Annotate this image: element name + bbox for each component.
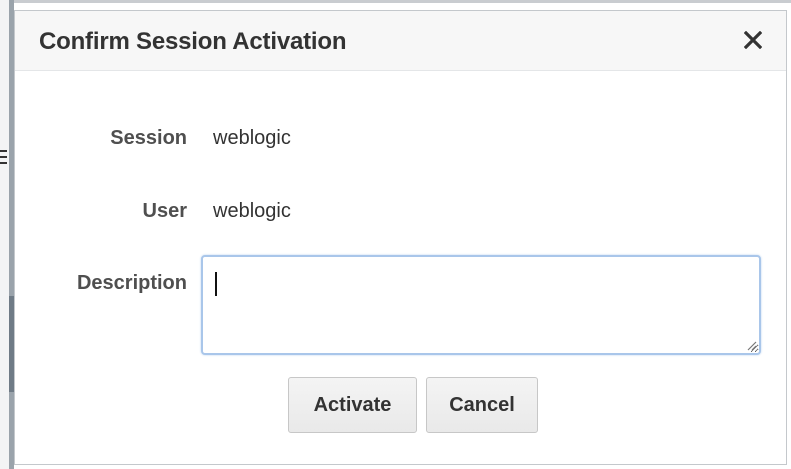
background-top-edge [14, 0, 791, 3]
cancel-button[interactable]: Cancel [426, 377, 538, 433]
text-cursor [215, 272, 217, 296]
background-menu-icon [0, 150, 8, 168]
resize-handle-icon[interactable] [745, 339, 757, 351]
screen: Confirm Session Activation Session weblo… [0, 0, 791, 469]
confirm-session-activation-dialog: Confirm Session Activation Session weblo… [14, 10, 787, 465]
session-label: Session [110, 127, 187, 149]
dialog-header: Confirm Session Activation [15, 11, 786, 71]
user-value: weblogic [213, 200, 291, 222]
close-button[interactable] [738, 25, 768, 55]
description-label: Description [76, 272, 187, 294]
session-value: weblogic [213, 127, 291, 149]
close-icon [744, 31, 762, 49]
activate-button[interactable]: Activate [288, 377, 417, 433]
user-label: User [142, 200, 187, 222]
dialog-title: Confirm Session Activation [39, 28, 347, 55]
description-field[interactable] [201, 255, 761, 355]
